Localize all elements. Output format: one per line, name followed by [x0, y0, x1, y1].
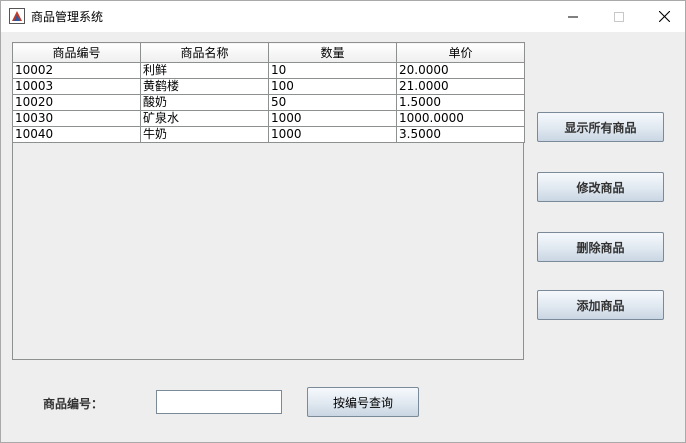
column-header-id[interactable]: 商品编号	[12, 42, 141, 63]
delete-product-button[interactable]: 删除商品	[537, 232, 664, 262]
show-all-products-button[interactable]: 显示所有商品	[537, 112, 664, 142]
query-by-id-button[interactable]: 按编号查询	[307, 387, 419, 417]
cell-quantity[interactable]: 50	[268, 94, 397, 111]
window-title: 商品管理系统	[31, 10, 104, 24]
minimize-button[interactable]	[550, 1, 596, 32]
table-row[interactable]: 10020 酸奶 50 1.5000	[12, 94, 525, 111]
maximize-icon	[614, 7, 624, 26]
product-id-input[interactable]	[156, 390, 282, 414]
cell-price[interactable]: 3.5000	[396, 126, 525, 143]
cell-id[interactable]: 10002	[12, 62, 141, 79]
cell-price[interactable]: 21.0000	[396, 78, 525, 95]
cell-name[interactable]: 利鲜	[140, 62, 269, 79]
product-id-label: 商品编号：	[43, 397, 104, 411]
maximize-button[interactable]	[596, 1, 642, 32]
column-header-price[interactable]: 单价	[396, 42, 525, 63]
java-app-icon	[9, 8, 25, 24]
cell-id[interactable]: 10003	[12, 78, 141, 95]
column-header-quantity[interactable]: 数量	[268, 42, 397, 63]
app-window: 商品管理系统 商品编号 商品名称 数量 单价 10002 利鲜 10 20.00…	[0, 0, 686, 443]
cell-name[interactable]: 酸奶	[140, 94, 269, 111]
column-header-name[interactable]: 商品名称	[140, 42, 269, 63]
table-row[interactable]: 10002 利鲜 10 20.0000	[12, 62, 525, 79]
product-table: 商品编号 商品名称 数量 单价 10002 利鲜 10 20.0000 1000…	[12, 42, 525, 143]
close-icon	[658, 7, 670, 26]
table-row[interactable]: 10030 矿泉水 1000 1000.0000	[12, 110, 525, 127]
cell-quantity[interactable]: 10	[268, 62, 397, 79]
table-header-row: 商品编号 商品名称 数量 单价	[12, 42, 525, 63]
cell-id[interactable]: 10020	[12, 94, 141, 111]
cell-name[interactable]: 黄鹤楼	[140, 78, 269, 95]
table-row[interactable]: 10003 黄鹤楼 100 21.0000	[12, 78, 525, 95]
cell-price[interactable]: 1.5000	[396, 94, 525, 111]
cell-name[interactable]: 牛奶	[140, 126, 269, 143]
table-row[interactable]: 10040 牛奶 1000 3.5000	[12, 126, 525, 143]
modify-product-button[interactable]: 修改商品	[537, 172, 664, 202]
cell-id[interactable]: 10040	[12, 126, 141, 143]
title-bar[interactable]: 商品管理系统	[1, 1, 685, 32]
cell-quantity[interactable]: 1000	[268, 126, 397, 143]
cell-quantity[interactable]: 1000	[268, 110, 397, 127]
close-button[interactable]	[641, 1, 686, 32]
cell-name[interactable]: 矿泉水	[140, 110, 269, 127]
cell-id[interactable]: 10030	[12, 110, 141, 127]
minimize-icon	[568, 7, 578, 26]
cell-price[interactable]: 20.0000	[396, 62, 525, 79]
cell-price[interactable]: 1000.0000	[396, 110, 525, 127]
cell-quantity[interactable]: 100	[268, 78, 397, 95]
product-table-scroll-pane[interactable]: 商品编号 商品名称 数量 单价 10002 利鲜 10 20.0000 1000…	[12, 42, 525, 360]
add-product-button[interactable]: 添加商品	[537, 290, 664, 320]
